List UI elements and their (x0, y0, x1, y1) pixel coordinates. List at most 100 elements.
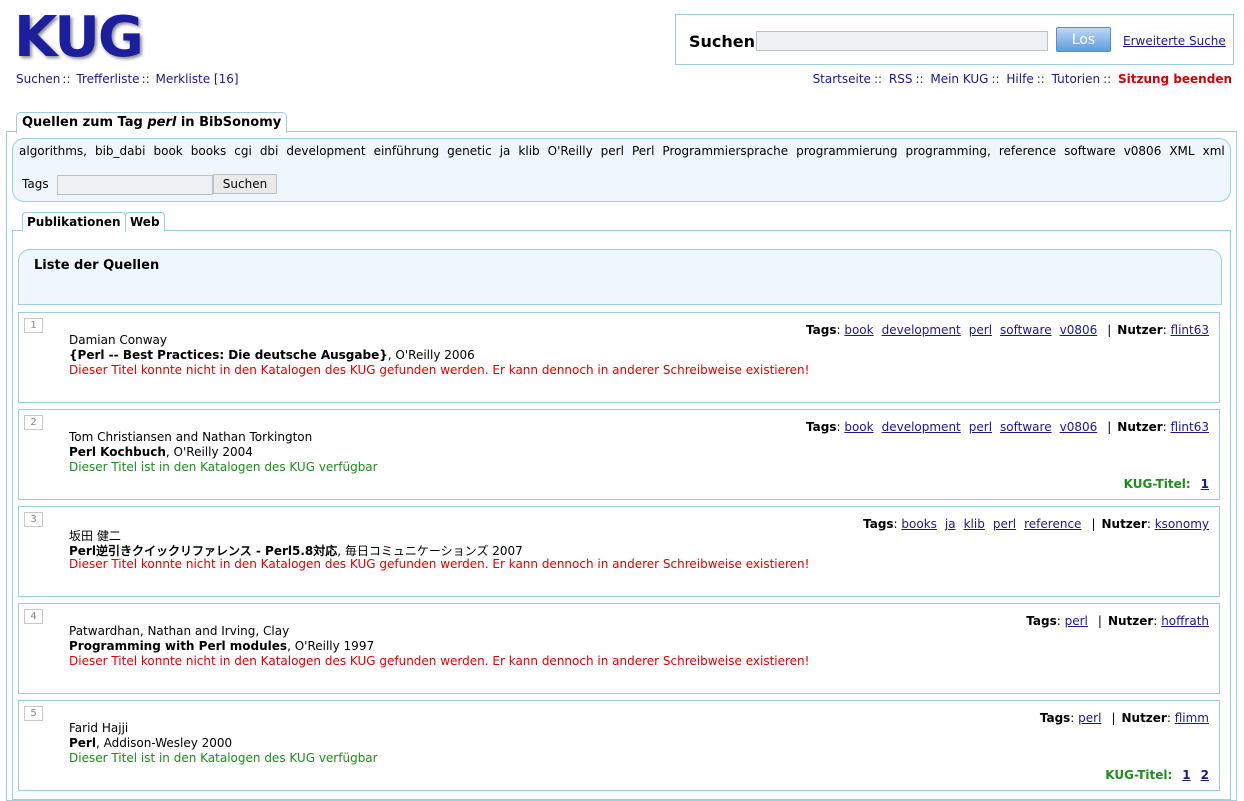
kug-title-link[interactable]: 1 (1201, 477, 1209, 491)
entry-tag-link[interactable]: development (882, 420, 961, 434)
tag-cloud-item[interactable]: xml (1203, 144, 1225, 158)
kug-title-link[interactable]: 2 (1201, 768, 1209, 782)
entry-tag-link[interactable]: klib (964, 517, 985, 531)
entry-author: Tom Christiansen and Nathan Torkington (69, 430, 313, 444)
entry-tag-link[interactable]: perl (993, 517, 1016, 531)
nav-search-link[interactable]: Suchen (16, 72, 60, 86)
nav-separator: :: (873, 72, 883, 86)
nav-separator: :: (991, 72, 1000, 86)
entry-tag-link[interactable]: software (1000, 323, 1052, 337)
tag-cloud-item[interactable]: software (1064, 144, 1116, 158)
nav-home-link[interactable]: Startseite (813, 72, 871, 86)
entry-tag-link[interactable]: perl (1065, 614, 1088, 628)
logout-link[interactable]: Sitzung beenden (1118, 72, 1232, 86)
tags-label: Tags (1039, 711, 1071, 725)
entry-availability-status: Dieser Titel konnte nicht in den Katalog… (69, 363, 810, 377)
tags-search-button[interactable]: Suchen (213, 174, 277, 194)
search-input[interactable] (756, 31, 1048, 51)
tag-cloud-item[interactable]: reference (999, 144, 1056, 158)
entry-tag-link[interactable]: books (901, 517, 937, 531)
entry-user-link[interactable]: flimm (1175, 711, 1209, 725)
entry-tag-link[interactable]: perl (1078, 711, 1101, 725)
entry-title: Perl Kochbuch (69, 445, 166, 459)
entry-meta: Tags: perl | Nutzer: flimm (1039, 711, 1209, 725)
tag-cloud-item[interactable]: Programmiersprache (662, 144, 788, 158)
tags-label: Tags (863, 517, 894, 531)
entry-number: 5 (24, 706, 43, 721)
entry-tag-link[interactable]: perl (969, 323, 992, 337)
meta-separator: | (1107, 323, 1112, 337)
entry-tag-link[interactable]: reference (1024, 517, 1081, 531)
right-nav: Startseite:: RSS:: Mein KUG:: Hilfe:: Tu… (813, 72, 1232, 86)
nav-mykug-link[interactable]: Mein KUG (930, 72, 988, 86)
tag-cloud-item[interactable]: XML (1169, 144, 1194, 158)
entry-user-link[interactable]: ksonomy (1155, 517, 1209, 531)
tags-label: Tags (806, 323, 837, 337)
tag-cloud-item[interactable]: perl (601, 144, 624, 158)
entry-number: 3 (24, 512, 43, 527)
section-tab: Quellen zum Tag perl in BibSonomy (16, 112, 288, 134)
tag-cloud-item[interactable]: development (286, 144, 365, 158)
tag-cloud-item[interactable]: programmierung (796, 144, 897, 158)
nav-separator: :: (141, 72, 150, 86)
section-title-tag: perl (147, 115, 177, 130)
list-header: Liste der Quellen (18, 249, 1222, 305)
tag-cloud-item[interactable]: ja (500, 144, 511, 158)
search-label: Suchen (689, 32, 756, 51)
tag-cloud-item[interactable]: algorithms, (19, 144, 87, 158)
list-item: 5 Farid Hajji Perl, Addison-Wesley 2000 Die… (18, 700, 1220, 791)
tag-cloud-item[interactable]: klib (518, 144, 539, 158)
entry-publisher: , O'Reilly 2006 (387, 348, 475, 362)
entry-user-link[interactable]: flint63 (1171, 420, 1209, 434)
tag-cloud-item[interactable]: Perl (632, 144, 654, 158)
tag-cloud-item[interactable]: bib_dabi (95, 144, 146, 158)
entry-publisher: , 毎日コミュニケーションズ 2007 (337, 544, 523, 558)
entry-publisher: , O'Reilly 1997 (287, 639, 375, 653)
meta-separator: | (1111, 711, 1116, 725)
tags-label: Tags (22, 177, 49, 191)
entry-meta: Tags: perl | Nutzer: hoffrath (1026, 614, 1209, 628)
tags-input[interactable] (57, 175, 213, 195)
entry-title: Perl (69, 736, 96, 750)
tag-cloud-item[interactable]: cgi (234, 144, 252, 158)
tags-label: Tags (1026, 614, 1057, 628)
entry-tag-link[interactable]: v0806 (1060, 323, 1098, 337)
entry-tag-link[interactable]: book (844, 323, 873, 337)
entry-availability-status: Dieser Titel ist in den Katalogen des KU… (69, 460, 378, 474)
tag-cloud-item[interactable]: programming, (906, 144, 991, 158)
entry-tag-link[interactable]: development (882, 323, 961, 337)
advanced-search-link[interactable]: Erweiterte Suche (1123, 34, 1226, 48)
tag-cloud-item[interactable]: v0806 (1124, 144, 1162, 158)
user-label: Nutzer (1121, 711, 1167, 725)
tag-cloud-item[interactable]: O'Reilly (548, 144, 593, 158)
nav-tutorials-link[interactable]: Tutorien (1052, 72, 1100, 86)
nav-watchlist-link[interactable]: Merkliste [16] (155, 72, 238, 86)
entry-tag-link[interactable]: software (1000, 420, 1052, 434)
nav-rss-link[interactable]: RSS (889, 72, 913, 86)
tag-cloud-item[interactable]: books (191, 144, 227, 158)
search-go-button[interactable]: Los (1056, 27, 1111, 52)
tab-web[interactable]: Web (125, 212, 165, 232)
entry-tag-link[interactable]: book (844, 420, 873, 434)
nav-results-link[interactable]: Trefferliste (76, 72, 139, 86)
nav-help-link[interactable]: Hilfe (1006, 72, 1033, 86)
entry-availability-status: Dieser Titel ist in den Katalogen des KU… (69, 751, 378, 765)
tag-cloud-item[interactable]: einführung (374, 144, 440, 158)
tab-publications[interactable]: Publikationen (22, 212, 126, 232)
entry-user-link[interactable]: hoffrath (1161, 614, 1209, 628)
entry-number: 2 (24, 415, 43, 430)
tag-cloud-item[interactable]: genetic (447, 144, 492, 158)
user-label: Nutzer (1117, 420, 1163, 434)
tag-cloud-item[interactable]: dbi (260, 144, 279, 158)
nav-separator: :: (1036, 72, 1045, 86)
entry-tag-link[interactable]: v0806 (1060, 420, 1098, 434)
entry-tag-link[interactable]: perl (969, 420, 992, 434)
tag-list: algorithms, bib_dabi book books cgi dbi develo… (19, 144, 1233, 158)
entry-tag-link[interactable]: ja (945, 517, 956, 531)
kug-logo[interactable]: KUG (14, 8, 144, 68)
nav-separator: :: (915, 72, 924, 86)
tag-cloud-item[interactable]: book (153, 144, 182, 158)
entry-user-link[interactable]: flint63 (1171, 323, 1209, 337)
entry-title-line: {Perl -- Best Practices: Die deutsche Au… (69, 348, 475, 362)
kug-title-link[interactable]: 1 (1182, 768, 1190, 782)
